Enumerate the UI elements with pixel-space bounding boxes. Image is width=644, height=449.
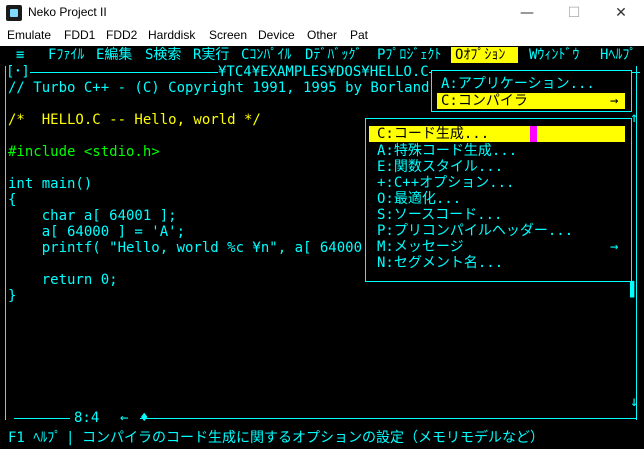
submenu-item-cpp-options[interactable]: +:C++オプション... — [377, 175, 514, 191]
emulator-screen[interactable]: ≡ Fﾌｧｲﾙ E編集 S検索 R実行 Cｺﾝﾊﾟｲﾙ Dﾃﾞﾊﾞｯｸﾞ Pﾌﾟ… — [0, 46, 644, 449]
scroll-down-icon[interactable]: ↓ — [630, 394, 638, 410]
messages-arrow-icon: → — [610, 239, 619, 255]
menu-harddisk[interactable]: Harddisk — [148, 28, 195, 42]
tc-menu-help[interactable]: Hﾍﾙﾌﾟ — [600, 47, 636, 63]
code-line-5: #include <stdio.h> — [8, 144, 160, 160]
title-bar: Neko Project II — ☐ ✕ — [0, 0, 644, 27]
tc-menu-file[interactable]: Fﾌｧｲﾙ — [48, 47, 84, 63]
tc-menu-bar: ≡ Fﾌｧｲﾙ E編集 S検索 R実行 Cｺﾝﾊﾟｲﾙ Dﾃﾞﾊﾞｯｸﾞ Pﾌﾟ… — [0, 46, 644, 64]
cursor-position: 8:4 — [74, 410, 100, 426]
code-line-14: } — [8, 288, 17, 304]
submenu-item-optimizations[interactable]: O:最適化... — [377, 191, 461, 207]
status-help-key[interactable]: F1 ﾍﾙﾌﾟ — [8, 430, 61, 446]
code-line-13: return 0; — [8, 272, 118, 288]
submenu-item-source[interactable]: S:ソースコード... — [377, 207, 502, 223]
code-line-3: /* HELLO.C -- Hello, world */ — [8, 112, 261, 128]
options-menu-item-compiler[interactable]: C:コンパイラ — [441, 93, 528, 109]
code-line-9: char a[ 64001 ]; — [8, 208, 177, 224]
app-icon — [6, 5, 22, 21]
tc-menu-edit[interactable]: E編集 — [96, 47, 132, 63]
hscroll-left-icon[interactable]: ← — [120, 410, 128, 426]
close-button[interactable]: ✕ — [598, 0, 644, 26]
submenu-item-messages[interactable]: M:メッセージ — [377, 239, 464, 255]
menu-pat[interactable]: Pat — [350, 28, 368, 42]
tc-system-menu[interactable]: ≡ — [16, 47, 24, 63]
code-line-1: // Turbo C++ - (C) Copyright 1991, 1995 … — [8, 80, 430, 96]
minimize-button[interactable]: — — [504, 0, 550, 26]
tc-menu-search[interactable]: S検索 — [145, 47, 181, 63]
editor-filename: ¥TC4¥EXAMPLES¥DOS¥HELLO.C — [218, 64, 429, 80]
code-line-10: a[ 64000 ] = 'A'; — [8, 224, 186, 240]
mouse-cursor-block — [530, 126, 537, 142]
code-line-8: { — [8, 192, 17, 208]
submenu-item-code-generation[interactable]: C:コード生成... — [377, 126, 489, 142]
menu-other[interactable]: Other — [307, 28, 337, 42]
submenu-item-precompiled-headers[interactable]: P:プリコンパイルヘッダー... — [377, 223, 573, 239]
window-title: Neko Project II — [28, 5, 107, 19]
hscroll-track[interactable] — [140, 418, 636, 419]
tc-menu-window[interactable]: Wｳｨﾝﾄﾞｳ — [529, 47, 579, 63]
submenu-item-advanced-code[interactable]: A:特殊コード生成... — [377, 143, 517, 159]
tc-menu-run[interactable]: R実行 — [193, 47, 229, 63]
editor-bottom-border — [14, 418, 70, 419]
code-line-7: int main() — [8, 176, 93, 192]
options-menu-item-application[interactable]: A:アプリケーション... — [441, 76, 595, 92]
submenu-item-entry-exit[interactable]: E:関数スタイル... — [377, 159, 503, 175]
menu-fdd1[interactable]: FDD1 — [64, 28, 95, 42]
tc-menu-compile[interactable]: Cｺﾝﾊﾟｲﾙ — [241, 47, 291, 63]
tc-menu-project[interactable]: Pﾌﾟﾛｼﾞｪｸﾄ — [377, 47, 441, 63]
editor-close-box[interactable]: [･] — [6, 64, 30, 80]
vscroll-thumb[interactable]: ▌ — [630, 282, 638, 298]
code-line-11: printf( "Hello, world %c ¥n", a[ 64000 — [8, 240, 363, 256]
menu-emulate[interactable]: Emulate — [7, 28, 51, 42]
maximize-button[interactable]: ☐ — [551, 0, 597, 26]
menu-bar: Emulate FDD1 FDD2 Harddisk Screen Device… — [0, 26, 644, 47]
menu-screen[interactable]: Screen — [209, 28, 247, 42]
status-separator: | — [66, 430, 75, 446]
hscroll-thumb[interactable]: ♦ — [140, 410, 148, 426]
tc-menu-debug[interactable]: Dﾃﾞﾊﾞｯｸﾞ — [305, 47, 362, 63]
submenu-arrow-icon: → — [610, 93, 619, 109]
submenu-item-segment-names[interactable]: N:セグメント名... — [377, 255, 503, 271]
editor-left-border — [5, 66, 6, 420]
menu-fdd2[interactable]: FDD2 — [106, 28, 137, 42]
tc-menu-options[interactable]: Oｵﾌﾟｼｮﾝ — [455, 47, 505, 63]
menu-device[interactable]: Device — [258, 28, 295, 42]
status-message: コンパイラのコード生成に関するオプションの設定（メモリモデルなど） — [82, 430, 544, 446]
